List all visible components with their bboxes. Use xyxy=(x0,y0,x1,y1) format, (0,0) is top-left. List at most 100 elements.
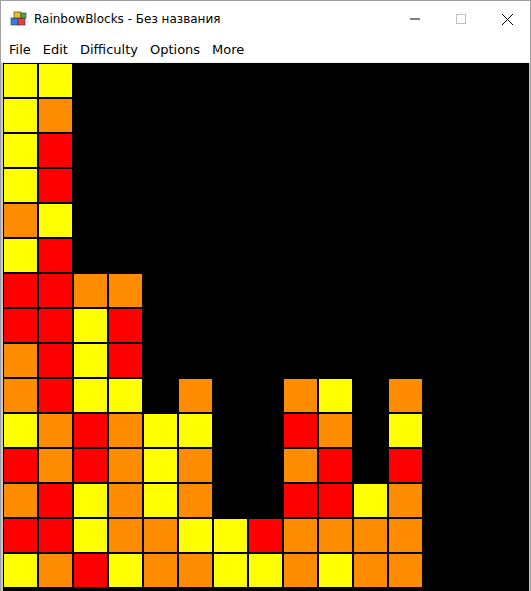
empty-cell xyxy=(423,413,458,448)
close-button[interactable] xyxy=(484,1,530,37)
empty-cell xyxy=(458,413,493,448)
game-board[interactable] xyxy=(3,63,529,591)
block-cell xyxy=(283,448,318,483)
empty-cell xyxy=(283,203,318,238)
maximize-button[interactable] xyxy=(438,1,484,37)
empty-cell xyxy=(283,133,318,168)
empty-cell xyxy=(213,308,248,343)
empty-cell xyxy=(178,308,213,343)
block-cell xyxy=(318,553,353,588)
menu-item[interactable]: Difficulty xyxy=(74,40,144,59)
block-cell xyxy=(318,448,353,483)
block-cell xyxy=(3,98,38,133)
block-cell xyxy=(388,448,423,483)
block-cell xyxy=(318,483,353,518)
block-cell xyxy=(108,308,143,343)
block-cell xyxy=(178,553,213,588)
block-cell xyxy=(388,483,423,518)
empty-cell xyxy=(493,273,528,308)
empty-cell xyxy=(388,98,423,133)
block-cell xyxy=(143,553,178,588)
empty-cell xyxy=(423,168,458,203)
block-cell xyxy=(318,378,353,413)
block-cell xyxy=(388,518,423,553)
block-cell xyxy=(73,378,108,413)
menu-item[interactable]: Edit xyxy=(37,40,74,59)
block-cell xyxy=(73,553,108,588)
block-cell xyxy=(108,483,143,518)
block-cell xyxy=(3,133,38,168)
menu-item[interactable]: Options xyxy=(144,40,206,59)
title-bar[interactable]: RainbowBlocks - Без названия xyxy=(1,1,530,37)
block-cell xyxy=(353,553,388,588)
empty-cell xyxy=(458,518,493,553)
block-cell xyxy=(73,343,108,378)
empty-cell xyxy=(423,273,458,308)
empty-cell xyxy=(493,483,528,518)
empty-cell xyxy=(423,98,458,133)
empty-cell xyxy=(458,448,493,483)
empty-cell xyxy=(458,203,493,238)
block-cell xyxy=(143,448,178,483)
block-cell xyxy=(108,413,143,448)
empty-cell xyxy=(458,168,493,203)
empty-cell xyxy=(283,98,318,133)
block-cell xyxy=(3,518,38,553)
block-cell xyxy=(38,273,73,308)
empty-cell xyxy=(178,238,213,273)
empty-cell xyxy=(143,343,178,378)
block-cell xyxy=(108,378,143,413)
block-cell xyxy=(3,168,38,203)
empty-cell xyxy=(178,63,213,98)
empty-cell xyxy=(213,483,248,518)
block-cell xyxy=(108,273,143,308)
block-cell xyxy=(143,483,178,518)
block-cell xyxy=(213,518,248,553)
empty-cell xyxy=(318,308,353,343)
empty-cell xyxy=(143,98,178,133)
block-cell xyxy=(3,238,38,273)
empty-cell xyxy=(248,273,283,308)
empty-cell xyxy=(458,273,493,308)
empty-cell xyxy=(178,203,213,238)
block-cell xyxy=(388,378,423,413)
block-cell xyxy=(248,518,283,553)
empty-cell xyxy=(388,203,423,238)
empty-cell xyxy=(108,133,143,168)
empty-cell xyxy=(493,308,528,343)
empty-cell xyxy=(423,518,458,553)
menu-item[interactable]: More xyxy=(206,40,250,59)
block-cell xyxy=(3,448,38,483)
empty-cell xyxy=(108,203,143,238)
empty-cell xyxy=(248,133,283,168)
empty-cell xyxy=(353,413,388,448)
empty-cell xyxy=(458,63,493,98)
block-cell xyxy=(38,168,73,203)
block-cell xyxy=(3,483,38,518)
app-blocks-icon xyxy=(10,10,28,28)
empty-cell xyxy=(73,238,108,273)
empty-cell xyxy=(353,63,388,98)
empty-cell xyxy=(493,203,528,238)
empty-cell xyxy=(318,133,353,168)
block-cell xyxy=(108,553,143,588)
block-cell xyxy=(318,413,353,448)
menu-item[interactable]: File xyxy=(3,40,37,59)
empty-cell xyxy=(388,343,423,378)
empty-cell xyxy=(493,448,528,483)
empty-cell xyxy=(213,448,248,483)
block-cell xyxy=(388,413,423,448)
minimize-button[interactable] xyxy=(392,1,438,37)
empty-cell xyxy=(353,448,388,483)
empty-cell xyxy=(283,238,318,273)
empty-cell xyxy=(248,378,283,413)
empty-cell xyxy=(213,378,248,413)
block-cell xyxy=(108,518,143,553)
empty-cell xyxy=(73,168,108,203)
empty-cell xyxy=(353,308,388,343)
block-cell xyxy=(38,98,73,133)
block-cell xyxy=(108,343,143,378)
block-cell xyxy=(73,518,108,553)
block-cell xyxy=(178,413,213,448)
maximize-icon xyxy=(456,14,466,24)
